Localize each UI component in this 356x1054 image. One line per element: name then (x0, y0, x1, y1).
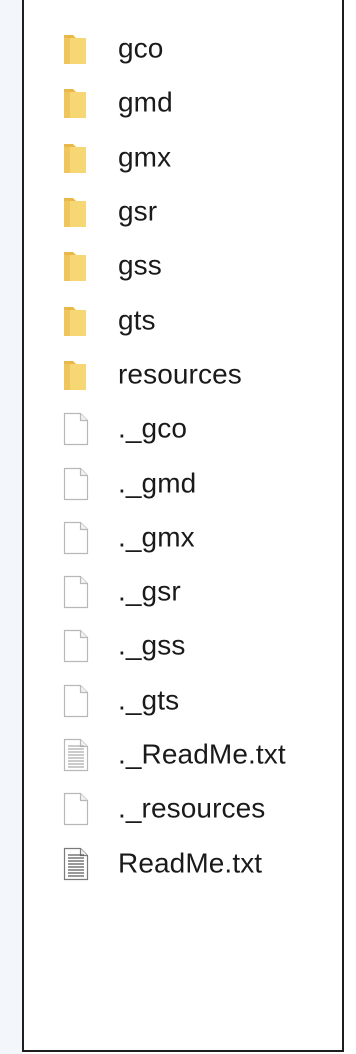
file-name: gss (118, 249, 162, 281)
list-item[interactable]: ._gss (24, 619, 342, 673)
list-item[interactable]: gmd (24, 76, 342, 130)
file-name: ._gmx (118, 521, 195, 553)
blank-file-icon (62, 467, 90, 501)
folder-icon (62, 32, 90, 66)
folder-icon (62, 304, 90, 338)
blank-file-icon (62, 412, 90, 446)
blank-file-icon (62, 684, 90, 718)
list-item[interactable]: ._gco (24, 402, 342, 456)
list-item[interactable]: ._gts (24, 674, 342, 728)
folder-icon (62, 195, 90, 229)
folder-icon (62, 141, 90, 175)
folder-icon (62, 249, 90, 283)
file-name: ._gss (118, 629, 186, 661)
blank-file-icon (62, 792, 90, 826)
file-name: gsr (118, 195, 158, 227)
file-name: gmx (118, 141, 172, 173)
folder-icon (62, 86, 90, 120)
file-name: ._gts (118, 684, 180, 716)
blank-file-icon (62, 521, 90, 555)
text-file-icon (62, 847, 90, 881)
text-file-icon (62, 738, 90, 772)
list-item[interactable]: gts (24, 293, 342, 347)
file-name: gmd (118, 86, 173, 118)
background-strip (0, 0, 22, 1054)
list-item[interactable]: resources (24, 348, 342, 402)
list-item[interactable]: ._resources (24, 782, 342, 836)
file-name: ._gmd (118, 466, 197, 498)
list-item[interactable]: gco (24, 22, 342, 76)
list-item[interactable]: gss (24, 239, 342, 293)
file-name: gco (118, 32, 164, 64)
file-name: ._gco (118, 412, 187, 444)
folder-icon (62, 358, 90, 392)
list-item[interactable]: gsr (24, 185, 342, 239)
list-item[interactable]: ReadMe.txt (24, 836, 342, 890)
list-item[interactable]: ._gsr (24, 565, 342, 619)
file-list-panel: gco gmd gmx gsr gss gts resources ._gco (22, 0, 344, 1052)
list-item[interactable]: gmx (24, 131, 342, 185)
blank-file-icon (62, 629, 90, 663)
file-name: resources (118, 358, 242, 390)
file-name: gts (118, 303, 156, 335)
list-item[interactable]: ._ReadMe.txt (24, 728, 342, 782)
blank-file-icon (62, 575, 90, 609)
file-name: ._ReadMe.txt (118, 738, 286, 770)
file-name: ReadMe.txt (118, 846, 263, 878)
file-list: gco gmd gmx gsr gss gts resources ._gco (24, 22, 342, 891)
file-name: ._gsr (118, 575, 181, 607)
list-item[interactable]: ._gmd (24, 456, 342, 510)
file-name: ._resources (118, 792, 266, 824)
list-item[interactable]: ._gmx (24, 511, 342, 565)
